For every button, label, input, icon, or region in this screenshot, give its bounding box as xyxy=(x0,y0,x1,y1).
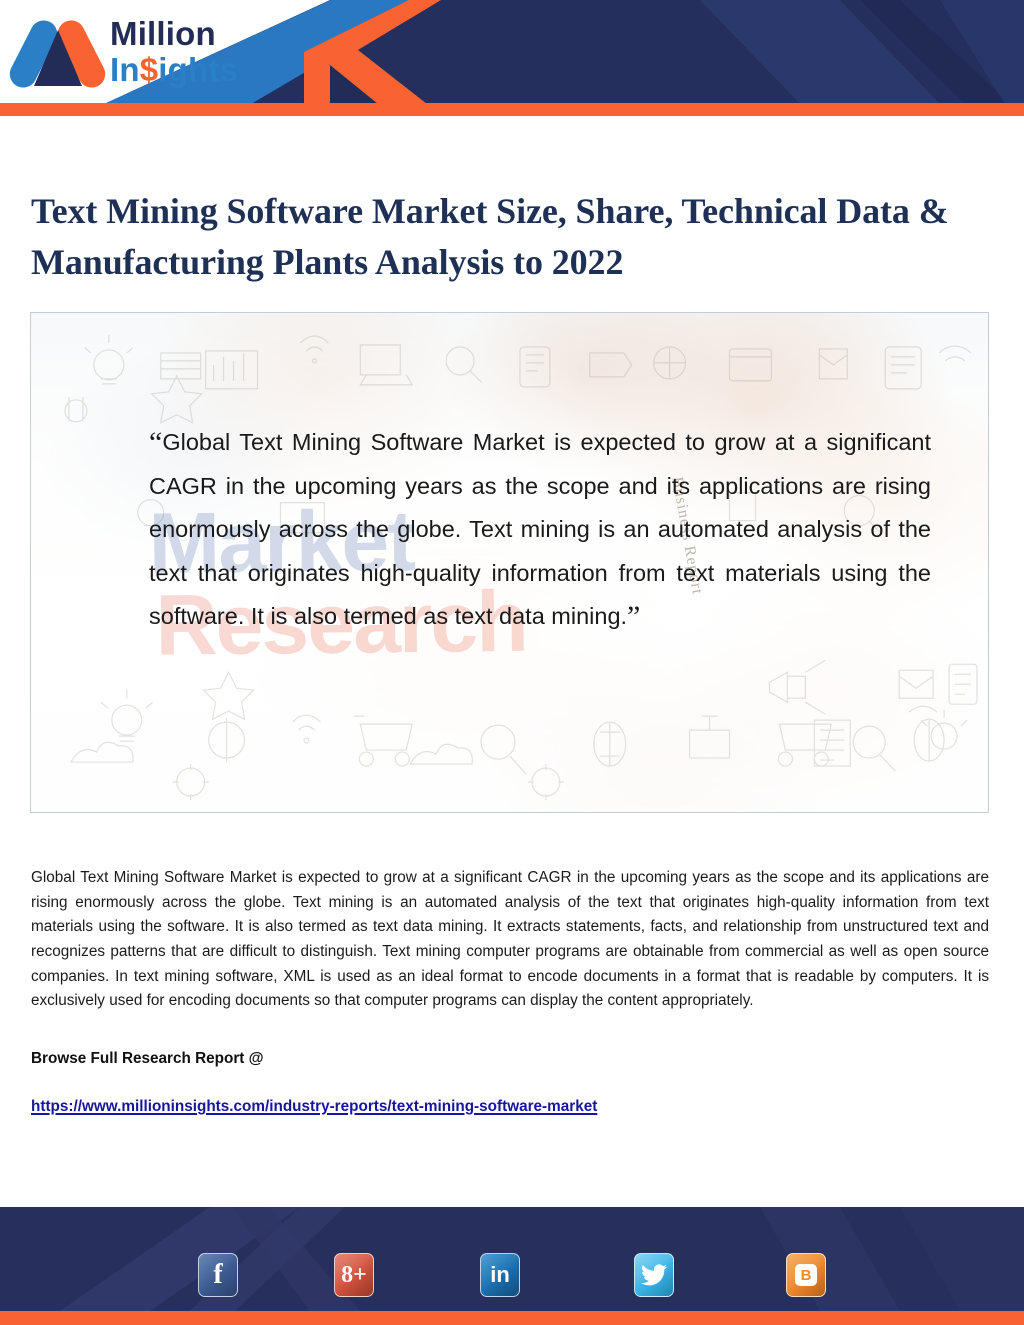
google-plus-glyph: 8+ xyxy=(341,1261,367,1288)
twitter-icon[interactable] xyxy=(634,1253,674,1297)
brand-wordmark-ights: ights xyxy=(158,51,239,88)
body-paragraph: Global Text Mining Software Market is ex… xyxy=(31,869,989,1010)
report-url-link[interactable]: https://www.millioninsights.com/industry… xyxy=(31,1098,597,1116)
twitter-bird-glyph xyxy=(641,1264,667,1286)
facebook-glyph: f xyxy=(213,1259,223,1290)
header-orange-stripe xyxy=(0,103,1024,116)
hero-quote-box: Market Research Business Report “Global … xyxy=(30,312,989,813)
quote-open-mark: “ xyxy=(149,426,163,459)
hero-quote-text: “Global Text Mining Software Market is e… xyxy=(149,421,931,639)
linkedin-glyph: in xyxy=(490,1262,510,1287)
google-plus-icon[interactable]: 8+ xyxy=(334,1253,374,1297)
page-header: Million In$ights xyxy=(0,0,1024,117)
quote-close-mark: ” xyxy=(627,600,641,633)
facebook-icon[interactable]: f xyxy=(198,1253,238,1297)
page-title: Text Mining Software Market Size, Share,… xyxy=(31,191,949,283)
blogger-icon[interactable]: B xyxy=(786,1253,826,1297)
brand-wordmark: Million In$ights xyxy=(110,17,238,86)
brand-wordmark-dollar-icon: $ xyxy=(139,51,159,88)
browse-report-label: Browse Full Research Report @ xyxy=(31,1050,264,1067)
brand-wordmark-line2: In$ights xyxy=(110,53,238,86)
brand-logo[interactable]: Million In$ights xyxy=(5,15,258,93)
brand-wordmark-line1: Million xyxy=(110,15,216,52)
blogger-glyph: B xyxy=(795,1264,817,1286)
quote-body: Global Text Mining Software Market is ex… xyxy=(149,429,931,629)
million-insights-logo-icon xyxy=(5,15,110,93)
footer-orange-stripe xyxy=(0,1311,1024,1325)
linkedin-icon[interactable]: in xyxy=(480,1253,520,1297)
brand-wordmark-in: In xyxy=(110,51,140,88)
social-links-row: f 8+ in B xyxy=(0,1253,1024,1301)
